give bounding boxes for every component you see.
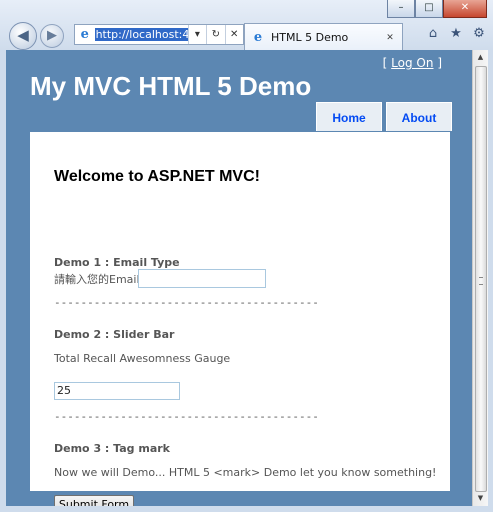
main-menu: Home About: [316, 102, 452, 131]
email-input[interactable]: [138, 269, 266, 288]
page-viewport: [ Log On ] My MVC HTML 5 Demo Home About…: [6, 50, 472, 506]
forward-arrow-icon: ▶: [47, 28, 57, 43]
browser-chrome: – □ ✕ ◀ ▶ e http://localhost:495 ▾ ↻ ✕ e…: [0, 0, 493, 51]
gauge-label: Total Recall Awesomness Gauge: [54, 352, 231, 365]
site-title: My MVC HTML 5 Demo: [30, 71, 312, 101]
separator-2: ----------------------------------------: [54, 410, 319, 423]
address-bar[interactable]: e http://localhost:495 ▾ ↻ ✕: [74, 24, 244, 45]
mark-demo-text: Now we will Demo... HTML 5 <mark> Demo l…: [54, 466, 437, 479]
demo2-heading: Demo 2 : Slider Bar: [54, 328, 175, 341]
forward-button[interactable]: ▶: [40, 24, 64, 48]
dropdown-icon[interactable]: ▾: [187, 25, 206, 44]
home-icon[interactable]: ⌂: [425, 26, 441, 42]
settings-gear-icon[interactable]: ⚙: [471, 26, 487, 42]
refresh-icon[interactable]: ↻: [206, 25, 224, 44]
stop-icon[interactable]: ✕: [224, 25, 243, 44]
tab-title: HTML 5 Demo: [271, 31, 349, 44]
browser-tab[interactable]: e HTML 5 Demo ✕: [244, 23, 403, 51]
log-on-link[interactable]: Log On: [391, 56, 433, 70]
vertical-scrollbar[interactable]: ▲ ▼: [472, 50, 488, 506]
demo3-heading: Demo 3 : Tag mark: [54, 442, 170, 455]
login-display: [ Log On ]: [383, 56, 442, 70]
scrollbar-thumb[interactable]: [475, 66, 487, 492]
menu-about-link[interactable]: About: [386, 102, 452, 131]
demo1-heading: Demo 1 : Email Type: [54, 256, 180, 269]
ie-page-icon: e: [80, 26, 89, 42]
window-frame-bottom: [0, 506, 493, 512]
scroll-down-icon[interactable]: ▼: [473, 491, 488, 506]
minimize-button[interactable]: –: [387, 0, 415, 18]
tab-ie-icon: e: [253, 29, 263, 45]
menu-home-link[interactable]: Home: [316, 102, 382, 131]
maximize-button[interactable]: □: [415, 0, 443, 18]
grip-icon: [479, 277, 483, 285]
close-window-button[interactable]: ✕: [443, 0, 487, 18]
window-controls: – □ ✕: [387, 0, 487, 18]
separator-1: ----------------------------------------: [54, 296, 319, 309]
tab-close-icon[interactable]: ✕: [384, 32, 396, 44]
login-bracket-close: ]: [437, 56, 442, 70]
favorites-star-icon[interactable]: ★: [448, 26, 464, 42]
submit-form-button[interactable]: Submit Form: [54, 495, 134, 506]
login-bracket-open: [: [382, 56, 388, 70]
slider-value-input[interactable]: 25: [54, 382, 180, 400]
url-text[interactable]: http://localhost:495: [94, 28, 188, 41]
back-button[interactable]: ◀: [9, 22, 37, 50]
welcome-heading: Welcome to ASP.NET MVC!: [54, 168, 260, 185]
browser-tools: ⌂ ★ ⚙: [425, 26, 487, 42]
back-arrow-icon: ◀: [17, 26, 29, 44]
main-content: Welcome to ASP.NET MVC! Demo 1 : Email T…: [30, 132, 450, 506]
email-label: 請輸入您的Email:: [54, 273, 144, 286]
scroll-up-icon[interactable]: ▲: [473, 50, 488, 65]
